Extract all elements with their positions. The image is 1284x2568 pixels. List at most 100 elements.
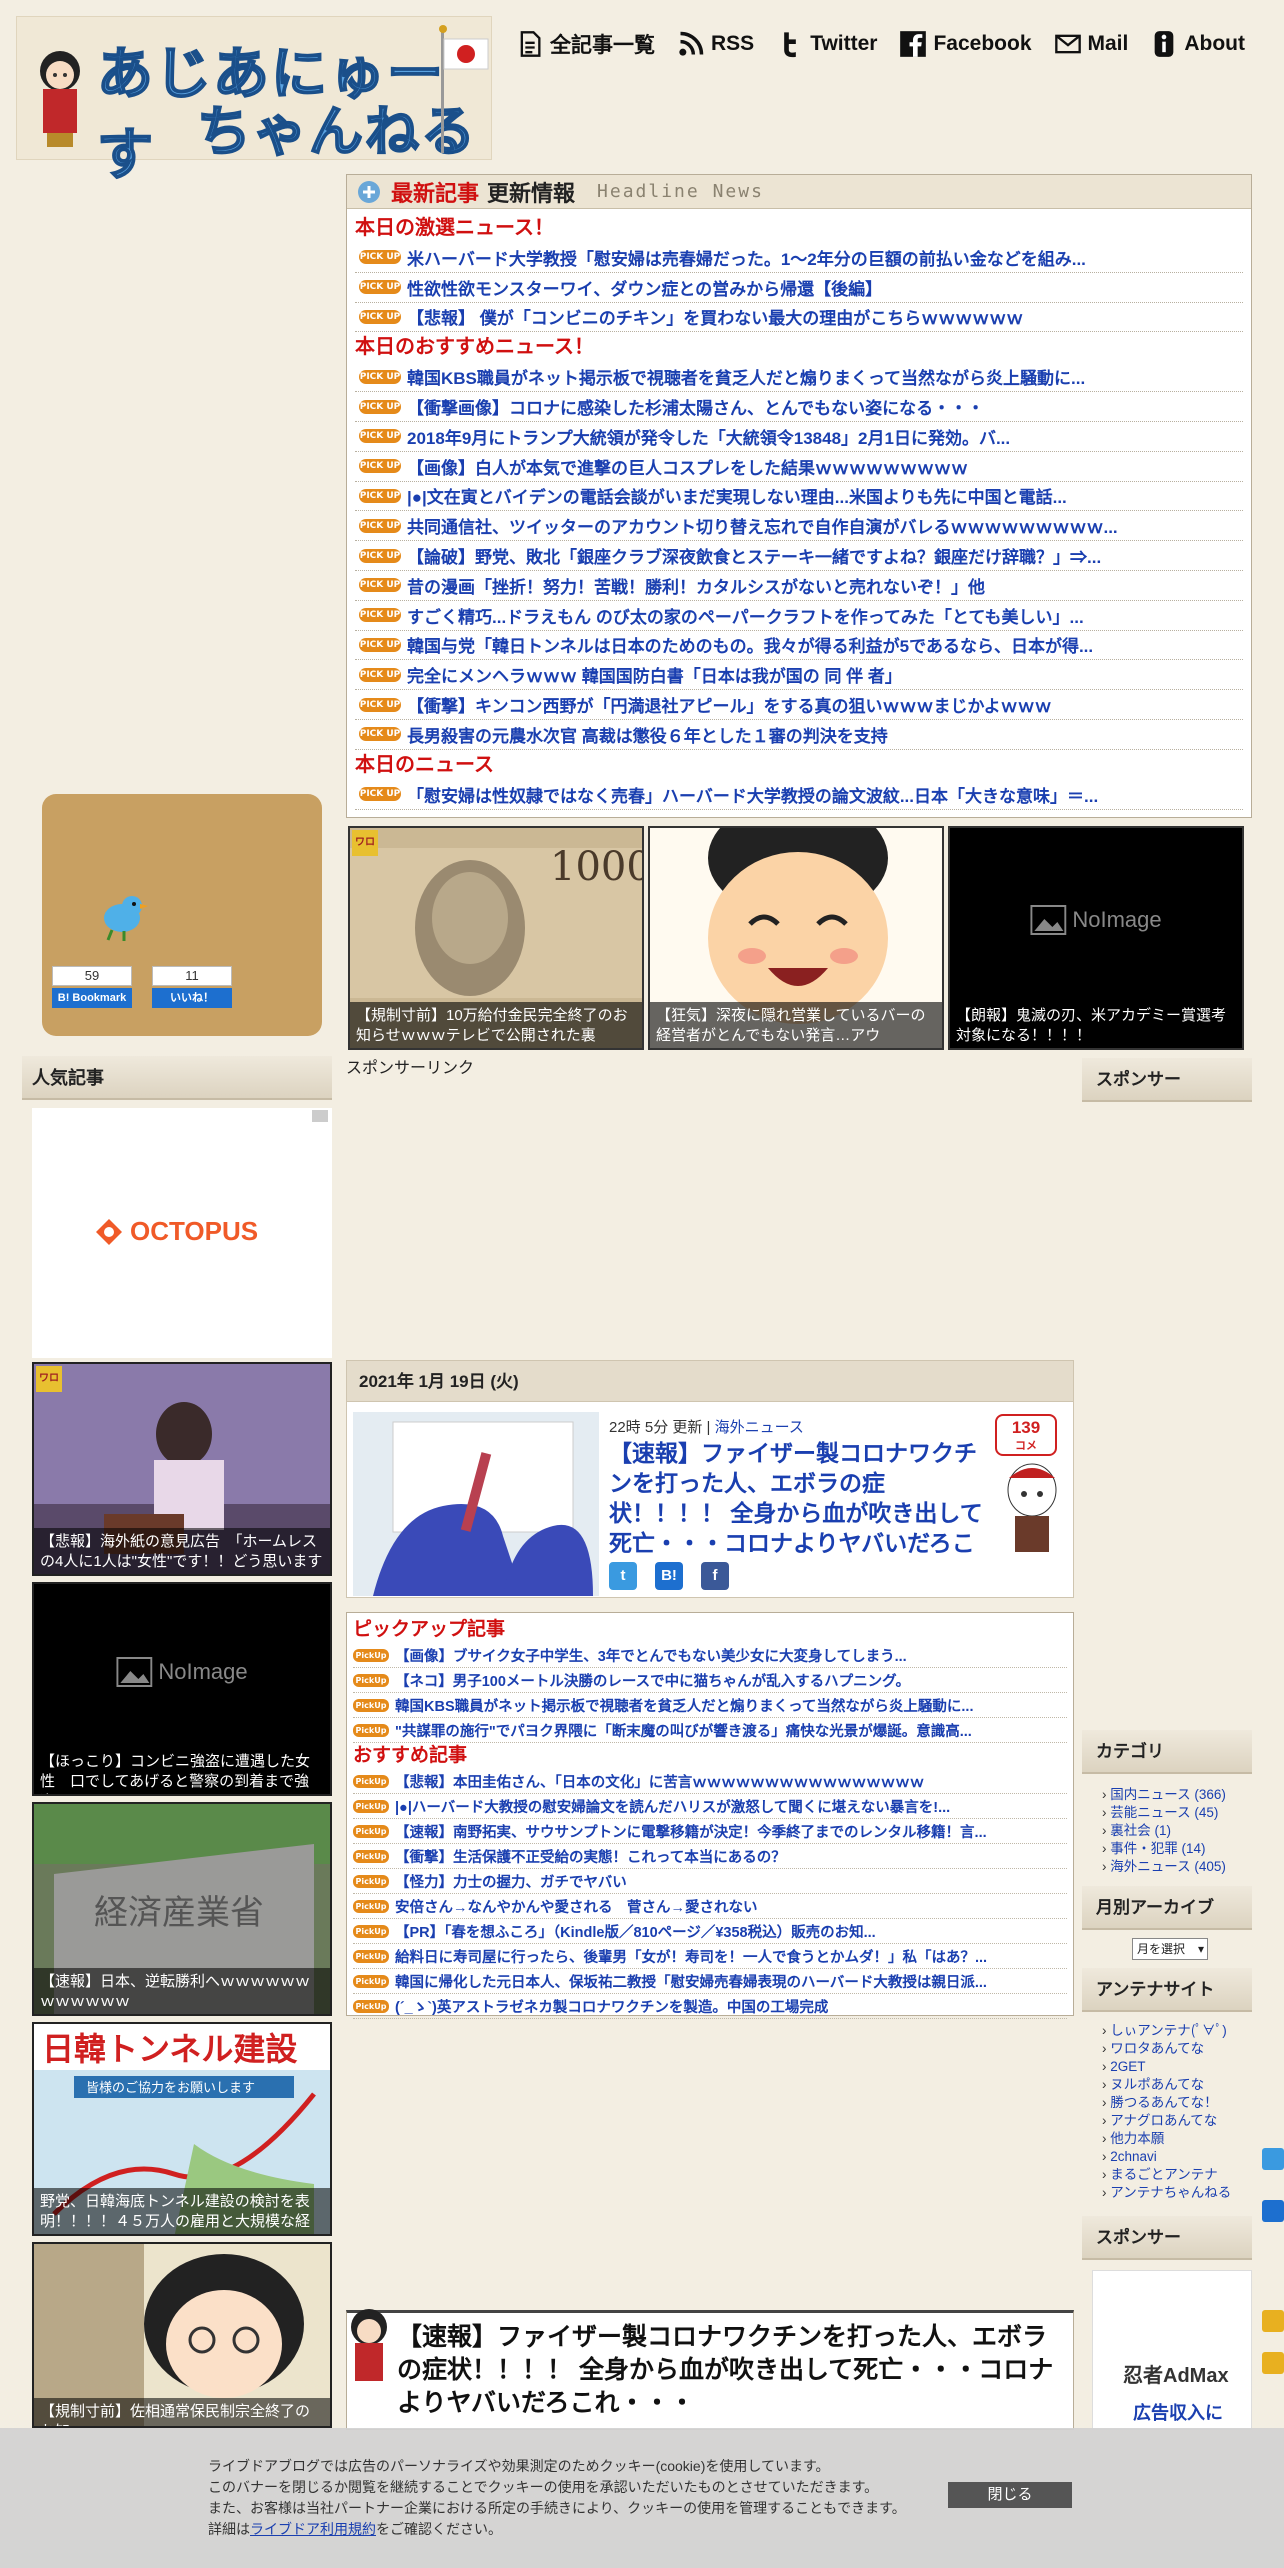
- featured-card[interactable]: 【狂気】深夜に隠れ営業しているバーの経営者がとんでもない発言…アウ: [648, 826, 944, 1050]
- category-list: 国内ニュース (366)芸能ニュース (45)裏社会 (1)事件・犯罪 (14)…: [1090, 1780, 1260, 1882]
- headline-row: PICK UP 【悲報】 僕が「コンビニのチキン」を買わない最大の理由がこちらｗｗ…: [355, 303, 1243, 333]
- facebook-like-widget[interactable]: 11 いいね！: [152, 966, 232, 1008]
- pickup-link[interactable]: 安倍さん→なんやかんや愛される 菅さん→愛されない: [395, 1896, 758, 1917]
- site-logo[interactable]: あじあにゅーす ちゃんねる: [16, 16, 492, 189]
- svg-text:10000: 10000: [550, 844, 644, 890]
- facebook-like-button[interactable]: いいね！: [152, 988, 232, 1008]
- floating-star-icon[interactable]: [1262, 2310, 1284, 2332]
- headline-link[interactable]: 【画像】白人が本気で進撃の巨人コスプレをした結果ｗｗｗｗｗｗｗｗｗ: [407, 454, 968, 479]
- new-articles-icon: [358, 180, 380, 203]
- headline-link[interactable]: |●|文在寅とバイデンの電話会談がいまだ実現しない理由...米国よりも先に中国と…: [407, 483, 1067, 508]
- pickup-link[interactable]: 韓国に帰化した元日本人、保坂祐二教授「慰安婦売春婦表現のハーバード大教授は親日派…: [395, 1971, 987, 1992]
- popular-article-card[interactable]: NoImage 【ほっこり】コンビニ強盗に遭遇した女性 口でしてあげると警察の到…: [32, 1582, 332, 1796]
- category-link[interactable]: 海外ニュース (405): [1102, 1858, 1248, 1876]
- headline-link[interactable]: 昔の漫画「挫折！努力！苦戦！勝利！カタルシスがないと売れないぞ！」他: [407, 573, 985, 598]
- headline-link[interactable]: 【衝撃画像】コロナに感染した杉浦太陽さん、とんでもない姿になる・・・: [407, 394, 984, 419]
- pickup-tag-icon: PickUp: [353, 1824, 389, 1838]
- pickup-link[interactable]: 【PR】「春を想ふころ」（Kindle版／810ページ／¥358税込）販売のお知…: [395, 1921, 876, 1942]
- category-link[interactable]: 国内ニュース (366): [1102, 1786, 1248, 1804]
- category-link[interactable]: 事件・犯罪 (14): [1102, 1840, 1248, 1858]
- date-header: 2021年 1月 19日 (火): [346, 1360, 1074, 1402]
- popular-article-card[interactable]: ワロ 【悲報】海外紙の意見広告 「ホームレスの4人に1人は"女性"です！！どう思…: [32, 1362, 332, 1576]
- nav-about[interactable]: About: [1150, 30, 1245, 58]
- headline-link[interactable]: 韓国与党「韓日トンネルは日本のためのもの。我々が得る利益が5であるなら、日本が得…: [407, 632, 1093, 657]
- popular-article-card[interactable]: 【規制寸前】佐相通常保民制宗全終了のお知: [32, 2242, 332, 2428]
- article-title-box: 【速報】ファイザー製コロナワクチンを打った人、エボラの症状！！！！ 全身から血が…: [346, 2309, 1074, 2430]
- headline-link[interactable]: 【衝撃】キンコン西野が「円満退社アピール」をする真の狙いｗｗｗまじかよｗｗｗ: [407, 692, 1052, 717]
- antenna-link[interactable]: アナグロあんてな: [1102, 2112, 1248, 2130]
- antenna-link[interactable]: まるごとアンテナ: [1102, 2166, 1248, 2184]
- featured-card[interactable]: 10000 ワロ 【規制寸前】10万給付金民完全終了のお知らせｗｗｗテレビで公開…: [348, 826, 644, 1050]
- cookie-close-button[interactable]: 閉じる: [948, 2482, 1072, 2508]
- pickup-link[interactable]: 給料日に寿司屋に行ったら、後輩男「女が！寿司を！一人で食うとかムダ！」私「はあ？…: [395, 1946, 987, 1967]
- octopus-ad[interactable]: OCTOPUS: [32, 1108, 332, 1358]
- hatena-bookmark-button[interactable]: B! Bookmark: [52, 988, 132, 1008]
- antenna-link[interactable]: 勝つるあんてな！: [1102, 2094, 1248, 2112]
- headline-link[interactable]: 【悲報】 僕が「コンビニのチキン」を買わない最大の理由がこちらｗｗｗｗｗｗ: [407, 304, 1023, 329]
- pickup-link[interactable]: 【速報】南野拓実、サウサンプトンに電撃移籍が決定！今季終了までのレンタル移籍！言…: [395, 1821, 987, 1842]
- popular-article-card[interactable]: 経済産業省 【速報】日本、逆転勝利へｗｗｗｗｗｗｗｗｗｗｗｗ: [32, 1802, 332, 2016]
- nav-mail[interactable]: Mail: [1054, 30, 1128, 58]
- headline-row: PICK UP すごく精巧...ドラえもん のび太の家のペーパークラフトを作ってみ…: [355, 601, 1243, 631]
- headline-link[interactable]: 長男殺害の元農水次官 高裁は懲役６年とした１審の判決を支持: [407, 722, 888, 747]
- ad-info-icon[interactable]: [312, 1110, 328, 1122]
- facebook-share-icon[interactable]: f: [701, 1562, 729, 1590]
- headline-title-en: Headline News: [597, 181, 764, 202]
- floating-hatena-icon[interactable]: [1262, 2200, 1284, 2222]
- pickup-link[interactable]: (´_ゝ`)英アストラゼネカ製コロナワクチンを製造。中国の工場完成: [395, 1996, 828, 2017]
- headline-link[interactable]: 韓国KBS職員がネット掲示板で視聴者を貧乏人だと煽りまくって当然ながら炎上騒動に…: [407, 811, 1085, 813]
- pickup-link[interactable]: 【衝撃】生活保護不正受給の実態！これって本当にあるの？: [395, 1846, 786, 1867]
- headline-link[interactable]: 米ハーバード大学教授「慰安婦は売春婦だった。1～2年分の巨額の前払い金などを組み…: [407, 245, 1086, 270]
- antenna-link[interactable]: ヌルポあんてな: [1102, 2076, 1248, 2094]
- antenna-link[interactable]: しぃアンテナ(ﾟ∀ﾟ): [1102, 2022, 1248, 2040]
- featured-card[interactable]: NoImage 【朗報】鬼滅の刃、米アカデミー賞選考対象になる！！！！: [948, 826, 1244, 1050]
- antenna-link[interactable]: アンテナちゃんねる: [1102, 2184, 1248, 2202]
- nav-all-articles[interactable]: 全記事一覧: [516, 29, 655, 59]
- nav-facebook[interactable]: Facebook: [899, 30, 1032, 58]
- nav-twitter[interactable]: Twitter: [776, 30, 877, 58]
- headline-link[interactable]: すごく精巧...ドラえもん のび太の家のペーパークラフトを作ってみた「とても美し…: [407, 603, 1084, 628]
- pickup-link[interactable]: 【画像】ブサイク女子中学生、3年でとんでもない美少女に大変身してしまう...: [395, 1645, 907, 1666]
- hatena-share-icon[interactable]: B!: [655, 1562, 683, 1590]
- floating-twitter-icon[interactable]: [1262, 2148, 1284, 2170]
- article-thumbnail[interactable]: [353, 1412, 599, 1596]
- admax-ad[interactable]: 忍者AdMax 広告収入に: [1092, 2270, 1252, 2430]
- headline-link[interactable]: 韓国KBS職員がネット掲示板で視聴者を貧乏人だと煽りまくって当然ながら炎上騒動に…: [407, 364, 1085, 389]
- archive-select[interactable]: 月を選択 ▾: [1132, 1938, 1208, 1960]
- comment-count-badge[interactable]: 139 コメ: [995, 1414, 1057, 1456]
- pickup-tag-icon: PICK UP: [359, 637, 401, 652]
- antenna-link[interactable]: 2chnavi: [1102, 2148, 1248, 2166]
- antenna-link[interactable]: 2GET: [1102, 2058, 1248, 2076]
- headline-link[interactable]: 性欲性欲モンスターワイ、ダウン症との営みから帰還【後編】: [407, 275, 882, 300]
- terms-link[interactable]: ライブドア利用規約: [250, 2521, 376, 2537]
- pickup-link[interactable]: 【怪力】力士の握力、ガチでヤバい: [395, 1871, 627, 1892]
- antenna-link[interactable]: 他力本願: [1102, 2130, 1248, 2148]
- article-category-link[interactable]: 海外ニュース: [715, 1419, 804, 1436]
- pickup-tag-icon: PICK UP: [359, 697, 401, 712]
- article-title-link[interactable]: 【速報】ファイザー製コロナワクチンを打った人、エボラの症状！！！！ 全身から血が…: [609, 1438, 989, 1558]
- pickup-link[interactable]: |●|ハーバード大教授の慰安婦論文を読んだハリスが激怒して聞くに堪えない暴言を!…: [395, 1796, 950, 1817]
- hatena-bookmark-widget[interactable]: 59 B! Bookmark: [52, 966, 132, 1008]
- category-link[interactable]: 芸能ニュース (45): [1102, 1804, 1248, 1822]
- twitter-bird-icon[interactable]: [92, 884, 152, 944]
- pickup-link[interactable]: 【ネコ】男子100メートル決勝のレースで中に猫ちゃんが乱入するハプニング。: [395, 1670, 910, 1691]
- category-link[interactable]: 裏社会 (1): [1102, 1822, 1248, 1840]
- vaccine-image: [353, 1412, 599, 1596]
- headline-link[interactable]: 完全にメンヘラｗｗｗ 韓国国防白書「日本は我が国の 同 伴 者」: [407, 662, 902, 687]
- headline-link[interactable]: 【論破】野党、敗北「銀座クラブ深夜飲食とステーキ一緒ですよね？銀座だけ辞職？」⇒…: [407, 543, 1101, 568]
- antenna-heading: アンテナサイト: [1082, 1968, 1252, 2012]
- headline-link[interactable]: 2018年9月にトランプ大統領が発令した「大統領令13848」2月1日に発効。バ…: [407, 424, 1010, 449]
- twitter-share-icon[interactable]: t: [609, 1562, 637, 1590]
- pickup-tag-icon: PICK UP: [359, 787, 401, 802]
- nav-rss[interactable]: RSS: [677, 30, 754, 58]
- archive-select-value: 月を選択: [1137, 1942, 1186, 1956]
- pickup-link[interactable]: 韓国KBS職員がネット掲示板で視聴者を貧乏人だと煽りまくって当然ながら炎上騒動に…: [395, 1695, 973, 1716]
- antenna-link[interactable]: ワロタあんてな: [1102, 2040, 1248, 2058]
- floating-star-icon[interactable]: [1262, 2352, 1284, 2374]
- pickup-link[interactable]: 【悲報】本田圭佑さん、「日本の文化」に苦言ｗｗｗｗｗｗｗｗｗｗｗｗｗｗｗｗ: [395, 1771, 924, 1792]
- headline-link[interactable]: 共同通信社、ツイッターのアカウント切り替え忘れで自作自演がバレるｗｗｗｗｗｗｗｗ…: [407, 513, 1118, 538]
- headline-link[interactable]: 「慰安婦は性奴隷ではなく売春」ハーバード大学教授の論文波紋...日本「大きな意味…: [407, 782, 1098, 807]
- pickup-link[interactable]: "共謀罪の施行"でパヨク界隈に「断末魔の叫びが響き渡る」痛快な光景が爆誕。意識高…: [395, 1720, 972, 1741]
- article-big-title[interactable]: 【速報】ファイザー製コロナワクチンを打った人、エボラの症状！！！！ 全身から血が…: [397, 2321, 1067, 2420]
- popular-article-card[interactable]: 日韓トンネル建設 皆様のご協力をお願いします 野党、日韓海底トンネル建設の検討を…: [32, 2022, 332, 2236]
